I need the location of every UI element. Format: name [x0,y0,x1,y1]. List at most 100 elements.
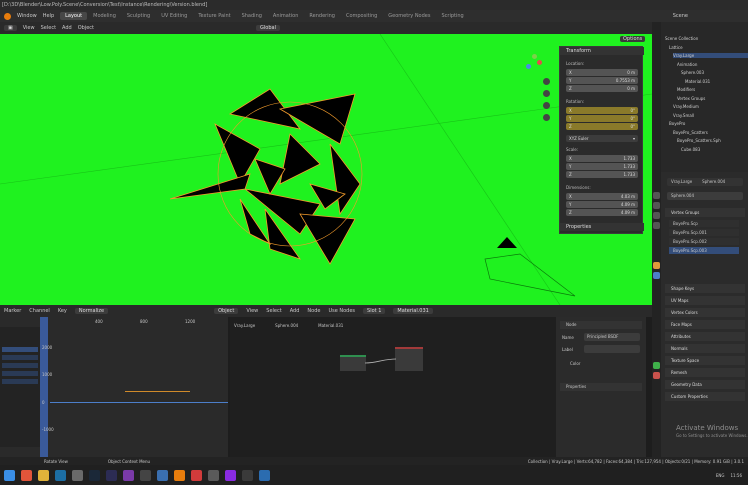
material-select[interactable]: Material.031 [393,308,433,314]
vertex-group-item[interactable]: BoyePro.Scp [669,220,739,227]
node-label-field[interactable] [584,345,640,353]
outliner-item[interactable]: BoyePro_Scatters.Sph [677,138,748,143]
start-icon[interactable] [4,469,15,481]
menu-help[interactable]: Help [43,13,54,19]
node-menu-add[interactable]: Add [290,308,300,314]
use-nodes-checkbox[interactable]: Use Nodes [328,308,355,314]
modifier-tab-icon[interactable] [653,272,660,279]
outliner-item[interactable]: Sphere.003 [681,70,748,75]
normalize-toggle[interactable]: Normalize [74,308,109,314]
rotation-x-field[interactable]: X 0° [566,107,638,114]
menu-object[interactable]: Object [78,25,94,31]
app-icon[interactable] [191,469,202,481]
outliner-item[interactable]: BoyePro_Scatters [673,130,748,135]
property-section[interactable]: Vertex Colors [665,308,745,317]
app-icon[interactable] [208,469,219,481]
outliner-item[interactable]: Vray.Medium [673,104,748,109]
vertex-group-item[interactable]: BoyePro.Scp.001 [669,229,739,236]
location-z-field[interactable]: Z0 m [566,85,638,92]
mesh-data-field[interactable]: Sphere.004 [667,192,743,200]
node-principled-bsdf[interactable] [395,347,423,371]
workspace-tab-sculpting[interactable]: Sculpting [122,12,155,20]
vertex-group-item[interactable]: BoyePro.Scp.002 [669,238,739,245]
location-y-field[interactable]: Y 0.7553 m [566,77,638,84]
rotation-z-field[interactable]: Z 0° [566,123,638,130]
menu-view[interactable]: View [23,25,35,31]
workspace-tab-uv-editing[interactable]: UV Editing [156,12,192,20]
graph-editor[interactable]: 400 800 1200 2000 1000 0 -1000 [0,317,228,457]
scene-selector[interactable]: Scene [673,13,688,19]
app-icon[interactable] [72,469,83,481]
scene-tab-icon[interactable] [653,222,660,229]
outliner-item[interactable]: Material.031 [685,79,748,84]
zoom-icon[interactable] [543,78,550,85]
color-toggle[interactable]: Color [570,361,580,366]
workspace-tab-texture-paint[interactable]: Texture Paint [193,12,235,20]
vertex-group-item[interactable]: BoyePro.Scp.003 [669,247,739,254]
gizmo-z-axis[interactable] [526,64,531,69]
rotation-y-field[interactable]: Y 0° [566,115,638,122]
dimensions-y-field[interactable]: Y 4.09 m [566,201,638,208]
property-section[interactable]: Texture Space [665,356,745,365]
menu-channel[interactable]: Channel [29,308,50,314]
options-dropdown[interactable]: Options [620,36,646,42]
app-icon[interactable] [55,469,66,481]
blender-taskbar-icon[interactable] [174,469,185,481]
outliner-item[interactable]: Vray.Large [673,53,748,58]
node-editor[interactable]: Vray.Large Sphere.004 Material.031 [230,317,556,457]
node-menu-select[interactable]: Select [266,308,281,314]
property-section[interactable]: Remesh [665,368,745,377]
output-tab-icon[interactable] [653,212,660,219]
playhead[interactable] [40,317,48,457]
menu-select[interactable]: Select [41,25,56,31]
navigation-gizmo[interactable] [522,54,546,78]
object-tab-icon[interactable] [653,262,660,269]
dimensions-z-field[interactable]: Z 4.09 m [566,209,638,216]
app-icon[interactable] [242,469,253,481]
app-icon[interactable] [89,469,100,481]
node-image-texture[interactable] [340,355,366,371]
property-section[interactable]: Normals [665,344,745,353]
node-name-field[interactable]: Principled BSDF [584,333,640,341]
node-menu-view[interactable]: View [246,308,258,314]
workspace-tab-compositing[interactable]: Compositing [341,12,382,20]
channel-list[interactable] [0,327,40,447]
transform-orientation[interactable]: Global [256,25,280,31]
app-icon[interactable] [140,469,151,481]
menu-add[interactable]: Add [62,25,72,31]
scale-z-field[interactable]: Z 1.733 [566,171,638,178]
vertex-groups-section[interactable]: Vertex Groups [665,208,745,217]
gizmo-x-axis[interactable] [537,60,542,65]
outliner-item[interactable]: Cube.083 [681,147,748,152]
property-section[interactable]: Shape Keys [665,284,745,293]
app-icon[interactable] [106,469,117,481]
material-tab-icon[interactable] [653,372,660,379]
node-object-select[interactable]: Object [214,308,239,314]
menu-marker[interactable]: Marker [4,308,21,314]
ortho-toggle-icon[interactable] [543,114,550,121]
property-section[interactable]: Face Maps [665,320,745,329]
tool-tab-icon[interactable] [653,192,660,199]
workspace-tab-scripting[interactable]: Scripting [436,12,468,20]
app-icon[interactable] [225,469,236,481]
workspace-tab-modeling[interactable]: Modeling [88,12,121,20]
outliner-item[interactable]: Animation [677,62,748,67]
outliner-item[interactable]: Modifiers [677,87,748,92]
menu-window[interactable]: Window [17,13,37,19]
workspace-tab-animation[interactable]: Animation [268,12,304,20]
outliner-item[interactable]: Lattice [669,45,748,50]
workspace-tab-shading[interactable]: Shading [237,12,267,20]
dimensions-x-field[interactable]: X 4.03 m [566,193,638,200]
slot-select[interactable]: Slot 1 [363,308,386,314]
scale-x-field[interactable]: X 1.733 [566,155,638,162]
clock[interactable]: 11:56 [730,473,742,478]
properties-subpanel[interactable]: Properties [560,223,644,231]
language-indicator[interactable]: ENG [716,473,725,478]
browser-icon[interactable] [21,469,32,481]
scale-y-field[interactable]: Y 1.733 [566,163,638,170]
data-tab-icon[interactable] [653,362,660,369]
workspace-tab-rendering[interactable]: Rendering [304,12,340,20]
explorer-icon[interactable] [38,469,49,481]
property-section[interactable]: UV Maps [665,296,745,305]
node-properties-section[interactable]: Properties [560,383,642,391]
